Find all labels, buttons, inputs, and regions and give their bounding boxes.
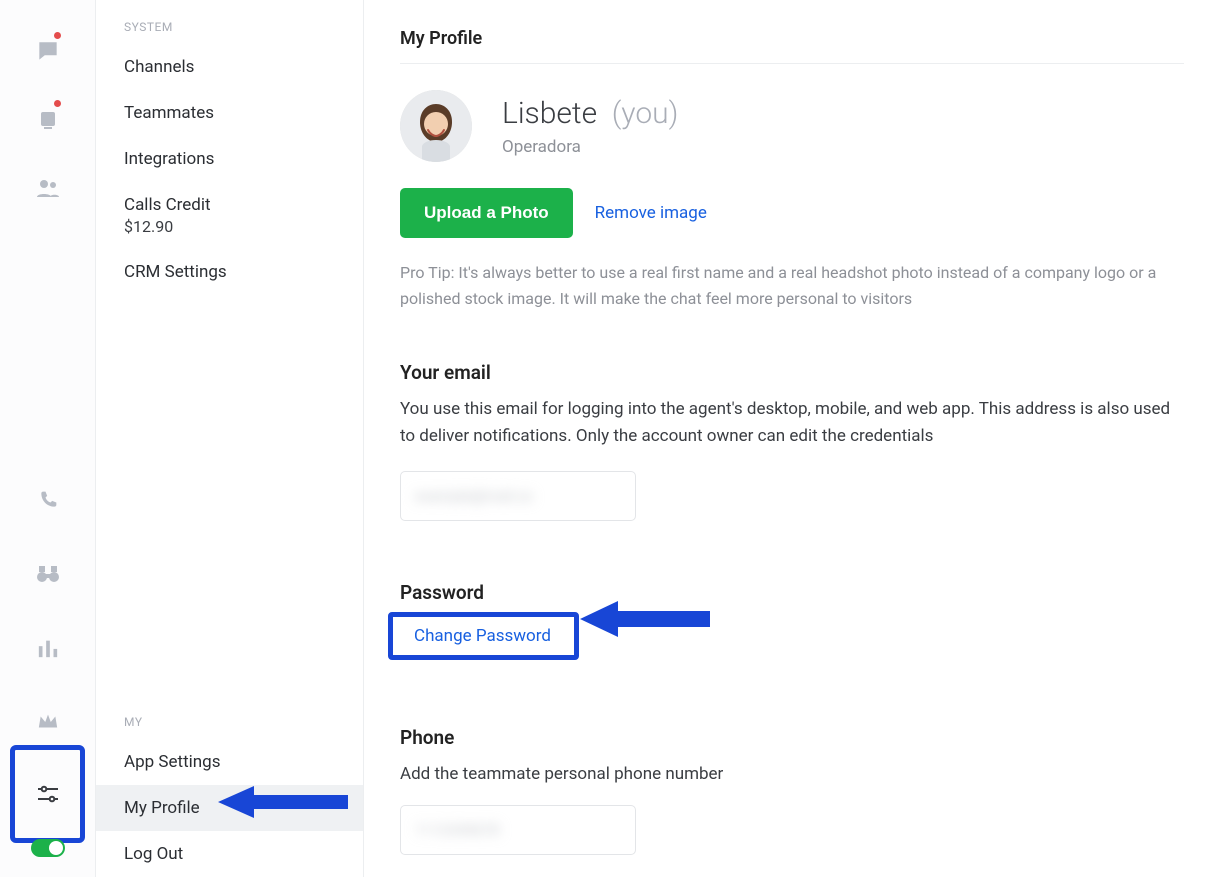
rail-crown[interactable]: [0, 685, 95, 759]
upload-photo-button[interactable]: Upload a Photo: [400, 188, 573, 238]
sidebar: SYSTEM Channels Teammates Integrations C…: [96, 0, 364, 877]
email-field[interactable]: example@mail.xx: [400, 471, 636, 521]
rail-contact[interactable]: [0, 86, 95, 154]
change-password-link[interactable]: Change Password: [400, 616, 565, 656]
icon-rail: [0, 0, 96, 877]
sidebar-group-system: SYSTEM: [96, 14, 363, 44]
sidebar-item-calls-credit[interactable]: Calls Credit $12.90: [96, 182, 363, 249]
rail-binoculars[interactable]: [0, 537, 95, 611]
status-toggle[interactable]: [31, 839, 65, 857]
notification-dot: [54, 100, 61, 107]
pro-tip: Pro Tip: It's always better to use a rea…: [400, 260, 1184, 311]
rail-people[interactable]: [0, 154, 95, 222]
sidebar-item-app-settings[interactable]: App Settings: [96, 739, 363, 785]
rail-stats[interactable]: [0, 611, 95, 685]
sidebar-item-channels[interactable]: Channels: [96, 44, 363, 90]
sidebar-item-integrations[interactable]: Integrations: [96, 136, 363, 182]
profile-name: Lisbete: [502, 96, 597, 131]
email-value: example@mail.xx: [415, 487, 533, 505]
people-icon: [36, 178, 60, 198]
phone-icon: [38, 490, 58, 510]
sidebar-item-teammates[interactable]: Teammates: [96, 90, 363, 136]
phone-section-title: Phone: [400, 726, 1184, 749]
rail-phone[interactable]: [0, 463, 95, 537]
contact-icon: [36, 108, 60, 132]
sidebar-item-my-profile[interactable]: My Profile: [96, 785, 363, 831]
sidebar-item-log-out[interactable]: Log Out: [96, 831, 363, 877]
profile-name-line: Lisbete (you): [502, 96, 678, 131]
sidebar-group-my: MY: [96, 709, 363, 739]
profile-role: Operadora: [502, 137, 678, 157]
stats-icon: [37, 638, 59, 658]
phone-value: 1112345678: [415, 821, 499, 839]
crown-icon: [37, 713, 59, 731]
email-section-title: Your email: [400, 361, 1184, 384]
password-section-title: Password: [400, 581, 1184, 604]
rail-chat[interactable]: [0, 18, 95, 86]
remove-image-link[interactable]: Remove image: [595, 203, 707, 223]
phone-field[interactable]: 1112345678: [400, 805, 636, 855]
sidebar-item-crm-settings[interactable]: CRM Settings: [96, 249, 363, 295]
binoculars-icon: [36, 564, 60, 584]
main-panel: My Profile Lisbete (you) Operadora: [364, 0, 1220, 877]
chat-icon: [35, 39, 61, 65]
notification-dot: [54, 32, 61, 39]
rail-settings[interactable]: [0, 759, 95, 829]
you-tag: (you): [612, 96, 679, 131]
settings-icon: [36, 784, 60, 804]
phone-section-desc: Add the teammate personal phone number: [400, 761, 1184, 787]
avatar[interactable]: [400, 90, 472, 162]
page-title: My Profile: [400, 28, 1184, 64]
email-section-desc: You use this email for logging into the …: [400, 396, 1184, 449]
